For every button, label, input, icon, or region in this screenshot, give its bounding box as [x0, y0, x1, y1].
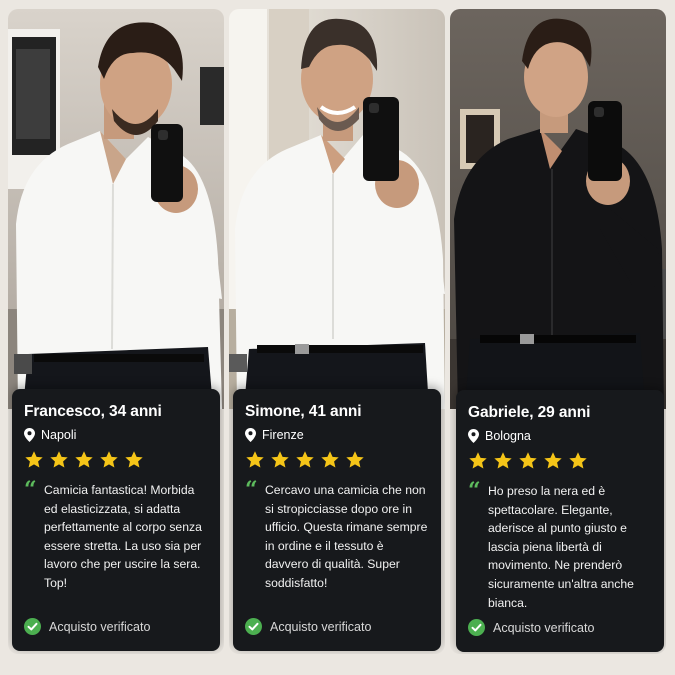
reviewer-location: Bologna	[468, 429, 652, 443]
star-icon	[100, 451, 118, 468]
star-icon	[569, 452, 587, 469]
customer-photo	[8, 9, 224, 409]
verified-label: Acquisto verificato	[49, 619, 151, 634]
star-icon	[346, 451, 364, 468]
reviewer-location: Firenze	[245, 428, 429, 442]
check-circle-icon	[468, 619, 485, 636]
verified-purchase: Acquisto verificato	[24, 618, 150, 635]
location-pin-icon	[468, 429, 479, 443]
verified-purchase: Acquisto verificato	[468, 619, 594, 636]
verified-label: Acquisto verificato	[270, 619, 372, 634]
location-label: Bologna	[485, 429, 531, 443]
review-card: Gabriele, 29 anni Bologna “ Ho preso la …	[456, 390, 664, 652]
review-quote: “ Camicia fantastica! Morbida ed elastic…	[24, 477, 208, 593]
review-text: Ho preso la nera ed è spettacolare. Eleg…	[488, 484, 634, 610]
star-icon	[25, 451, 43, 468]
reviewer-name: Gabriele, 29 anni	[468, 404, 591, 421]
review-card: Francesco, 34 anni Napoli “ Camicia fant…	[12, 389, 220, 651]
star-icon	[494, 452, 512, 469]
reviewer-name: Francesco, 34 anni	[24, 403, 162, 420]
location-label: Napoli	[41, 428, 77, 442]
location-label: Firenze	[262, 428, 304, 442]
quote-icon: “	[245, 477, 258, 503]
check-circle-icon	[24, 618, 41, 635]
customer-photo-illustration	[8, 9, 224, 409]
check-circle-icon	[245, 618, 262, 635]
customer-photo-illustration	[450, 9, 666, 409]
customer-photo	[229, 9, 445, 409]
quote-icon: “	[24, 477, 37, 503]
customer-photo	[450, 9, 666, 409]
review-panel: Gabriele, 29 anni Bologna “ Ho preso la …	[450, 9, 666, 654]
star-icon	[75, 451, 93, 468]
rating-stars	[24, 450, 208, 472]
review-quote: “ Ho preso la nera ed è spettacolare. El…	[468, 478, 652, 612]
quote-icon: “	[468, 478, 481, 504]
location-pin-icon	[24, 428, 35, 442]
star-icon	[321, 451, 339, 468]
review-quote: “ Cercavo una camicia che non si stropic…	[245, 477, 429, 593]
reviewer-name: Simone, 41 anni	[245, 403, 362, 420]
star-icon	[271, 451, 289, 468]
reviewer-location: Napoli	[24, 428, 208, 442]
star-icon	[544, 452, 562, 469]
review-text: Camicia fantastica! Morbida ed elasticiz…	[44, 483, 202, 590]
star-icon	[125, 451, 143, 468]
review-panel: Francesco, 34 anni Napoli “ Camicia fant…	[8, 9, 224, 654]
star-icon	[519, 452, 537, 469]
star-icon	[296, 451, 314, 468]
star-icon	[246, 451, 264, 468]
customer-photo-illustration	[229, 9, 445, 409]
star-icon	[469, 452, 487, 469]
rating-stars	[245, 450, 429, 472]
review-text: Cercavo una camicia che non si stropicci…	[265, 483, 428, 590]
location-pin-icon	[245, 428, 256, 442]
verified-purchase: Acquisto verificato	[245, 618, 371, 635]
star-icon	[50, 451, 68, 468]
review-panel: Simone, 41 anni Firenze “ Cercavo una ca…	[229, 9, 445, 654]
rating-stars	[468, 451, 652, 473]
verified-label: Acquisto verificato	[493, 620, 595, 635]
review-card: Simone, 41 anni Firenze “ Cercavo una ca…	[233, 389, 441, 651]
